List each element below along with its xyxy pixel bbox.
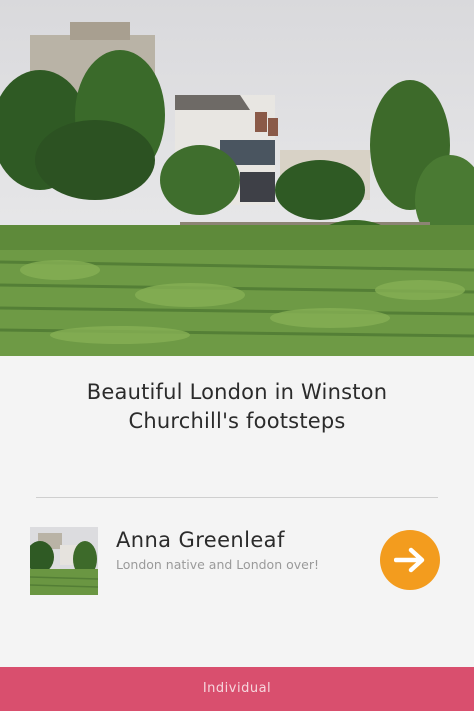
next-button[interactable] [380, 530, 440, 590]
hero-image [0, 0, 474, 356]
divider [36, 497, 438, 498]
author-name[interactable]: Anna Greenleaf [116, 528, 285, 552]
arrow-right-icon [394, 547, 425, 573]
author-avatar [30, 527, 98, 595]
author-bio: London native and London over! [116, 557, 319, 572]
category-bar[interactable]: Individual [0, 667, 474, 711]
card-title: Beautiful London in Winston Churchill's … [86, 380, 388, 433]
